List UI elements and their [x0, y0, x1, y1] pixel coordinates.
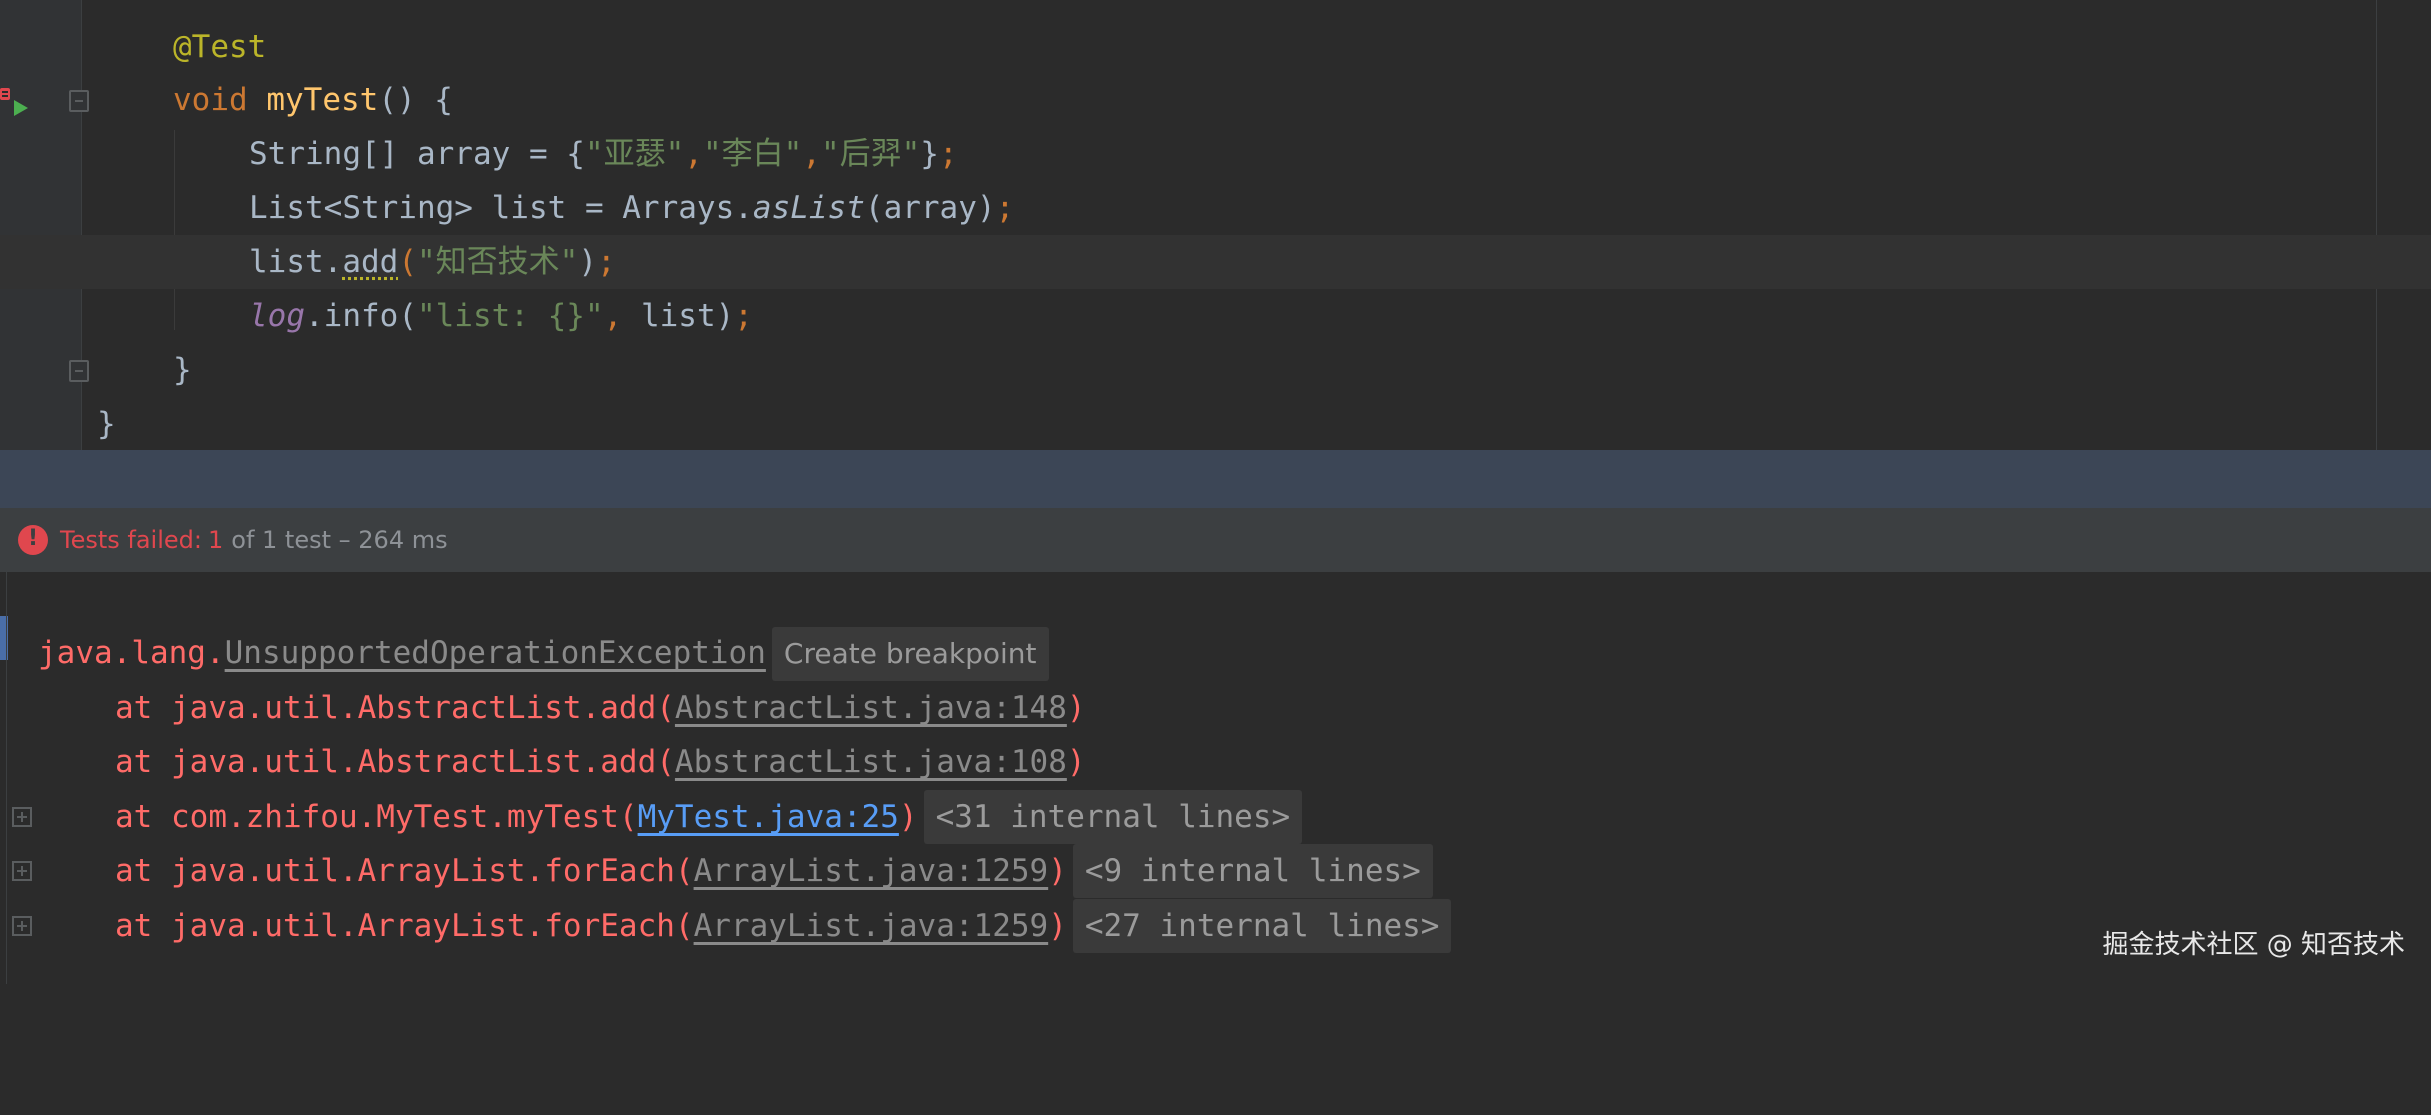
- log-stmt: log.info("list: {}", list);: [249, 289, 753, 343]
- list-add-stmt: list.add("知否技术");: [249, 235, 616, 289]
- code-line-log: log.info("list: {}", list);: [0, 289, 2431, 343]
- watermark: 掘金技术社区 @ 知否技术: [2102, 930, 2405, 960]
- log-field: log: [249, 298, 305, 334]
- frame-prefix: at java.util.AbstractList.add(: [115, 744, 675, 780]
- list-decl: List<String> list = Arrays.asList(array)…: [249, 181, 1014, 235]
- semicolon: ;: [938, 136, 958, 172]
- method-parens: () {: [378, 82, 453, 118]
- method-signature: void myTest() {: [173, 73, 453, 127]
- tests-summary: of 1 test – 264 ms: [231, 526, 448, 554]
- comma: ,: [603, 298, 623, 334]
- void-keyword: void: [173, 82, 248, 118]
- frame-prefix: at com.zhifou.MyTest.myTest(: [115, 799, 638, 835]
- exception-header: java.lang.UnsupportedOperationException C…: [38, 626, 1049, 681]
- string-literal: "知否技术": [417, 244, 579, 280]
- stack-frame: at java.util.ArrayList.forEach(ArrayList…: [0, 844, 2431, 898]
- frame-suffix: ): [1066, 690, 1086, 726]
- frame-source-link[interactable]: AbstractList.java:148: [675, 690, 1067, 726]
- error-icon: [18, 525, 48, 555]
- frame-suffix: ): [898, 799, 918, 835]
- test-status-bar: Tests failed: 1 of 1 test – 264 ms: [0, 508, 2431, 572]
- stack-frame-text: at java.util.AbstractList.add(AbstractLi…: [115, 681, 1086, 735]
- code-line-close-class: }: [0, 397, 2431, 450]
- stack-frame-text: at com.zhifou.MyTest.myTest(MyTest.java:…: [115, 790, 1303, 844]
- string-literal: "李白": [702, 136, 803, 172]
- expand-icon[interactable]: [12, 861, 32, 881]
- tool-window-divider[interactable]: [0, 450, 2431, 508]
- stack-frame: at java.util.AbstractList.add(AbstractLi…: [0, 681, 2431, 735]
- list-decl-text: List<String> list = Arrays.: [249, 190, 753, 226]
- exception-line: java.lang.UnsupportedOperationException C…: [0, 626, 2431, 681]
- expand-icon[interactable]: [12, 807, 32, 827]
- list-prefix: list.: [249, 244, 343, 280]
- frame-suffix: ): [1048, 908, 1067, 944]
- comma: ,: [684, 136, 703, 172]
- stack-frame-text: at java.util.AbstractList.add(AbstractLi…: [115, 735, 1086, 789]
- annotation-token: @Test: [173, 29, 267, 65]
- frame-source-link[interactable]: ArrayList.java:1259: [694, 908, 1049, 944]
- as-list-args: (array): [864, 190, 996, 226]
- paren-close: ): [578, 244, 597, 280]
- frame-prefix: at java.util.ArrayList.forEach(: [115, 853, 694, 889]
- close-brace: }: [173, 352, 192, 388]
- log-info: .info(: [305, 298, 417, 334]
- stack-frame: at java.util.AbstractList.add(AbstractLi…: [0, 735, 2431, 789]
- string-literal: "后羿": [820, 136, 921, 172]
- frame-source-link[interactable]: AbstractList.java:108: [675, 744, 1067, 780]
- create-breakpoint-button[interactable]: Create breakpoint: [771, 627, 1049, 681]
- internal-lines-fold[interactable]: <9 internal lines>: [1072, 844, 1433, 898]
- internal-lines-fold[interactable]: <31 internal lines>: [923, 790, 1303, 844]
- code-line-array-decl: String[] array = {"亚瑟","李白","后羿"};: [0, 127, 2431, 181]
- tests-failed-label: Tests failed:: [60, 526, 202, 554]
- array-type: String[] array = {: [249, 136, 585, 172]
- code-line-method-signature: void myTest() {: [0, 73, 2431, 127]
- code-line-list-add: list.add("知否技术");: [0, 235, 2431, 289]
- array-decl: String[] array = {"亚瑟","李白","后羿"};: [249, 127, 958, 181]
- code-line-annotation: @Test: [0, 20, 2431, 74]
- code-line-close-method: }: [0, 343, 2431, 397]
- internal-lines-fold[interactable]: <27 internal lines>: [1072, 899, 1452, 953]
- stack-frame: at com.zhifou.MyTest.myTest(MyTest.java:…: [0, 790, 2431, 844]
- expand-icon[interactable]: [12, 916, 32, 936]
- paren-open: (: [398, 244, 417, 280]
- string-literal: "list: {}": [416, 298, 604, 334]
- stack-frame-text: at java.util.ArrayList.forEach(ArrayList…: [115, 844, 1433, 898]
- exception-package: java.lang.: [38, 635, 225, 671]
- stack-frame: at java.util.ArrayList.forEach(ArrayList…: [0, 899, 2431, 953]
- as-list-call: asList: [752, 190, 865, 226]
- string-literal: "亚瑟": [584, 136, 685, 172]
- semicolon: ;: [597, 244, 616, 280]
- close-brace: }: [97, 406, 116, 442]
- array-close: }: [920, 136, 939, 172]
- frame-source-link[interactable]: MyTest.java:25: [638, 799, 899, 835]
- code-editor[interactable]: @Test void myTest() { String[] array = {…: [0, 0, 2431, 450]
- add-method-warning[interactable]: add: [342, 244, 398, 280]
- frame-prefix: at java.util.ArrayList.forEach(: [115, 908, 694, 944]
- log-args: list): [622, 298, 735, 334]
- frame-suffix: ): [1048, 853, 1067, 889]
- code-line-list-decl: List<String> list = Arrays.asList(array)…: [0, 181, 2431, 235]
- comma: ,: [802, 136, 821, 172]
- test-console[interactable]: java.lang.UnsupportedOperationException C…: [0, 572, 2431, 984]
- tests-failed-count: 1: [207, 526, 224, 554]
- method-name: myTest: [266, 82, 379, 118]
- exception-class-link[interactable]: UnsupportedOperationException: [225, 635, 766, 671]
- semicolon: ;: [734, 298, 753, 334]
- frame-source-link[interactable]: ArrayList.java:1259: [694, 853, 1049, 889]
- frame-prefix: at java.util.AbstractList.add(: [115, 690, 675, 726]
- semicolon: ;: [995, 190, 1015, 226]
- stack-frame-text: at java.util.ArrayList.forEach(ArrayList…: [115, 899, 1452, 953]
- frame-suffix: ): [1066, 744, 1086, 780]
